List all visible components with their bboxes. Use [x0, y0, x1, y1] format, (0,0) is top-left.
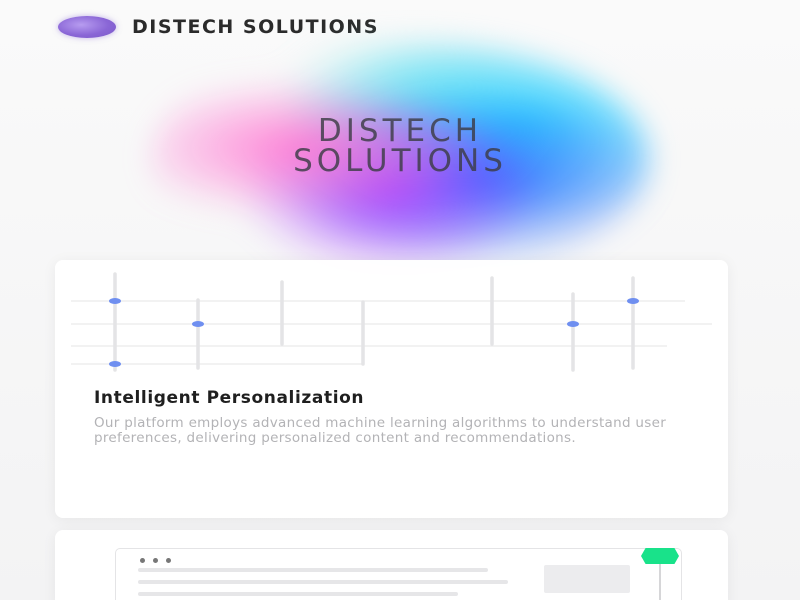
data-point [627, 298, 639, 304]
data-point [567, 321, 579, 327]
hero-title: DISTECH SOLUTIONS [0, 113, 800, 179]
data-point [192, 321, 204, 327]
placeholder-line [138, 592, 458, 596]
data-points-graphic-icon [71, 272, 712, 372]
data-point [109, 298, 121, 304]
placeholder-line [138, 580, 508, 584]
hero-title-line-2: SOLUTIONS [293, 143, 507, 179]
window-dot [166, 558, 171, 563]
window-dot [153, 558, 158, 563]
hero-title-line-1: DISTECH [317, 113, 483, 149]
green-hexagon-icon [641, 548, 679, 564]
page: DISTECH SOLUTIONS DISTECH SOLUTIONS Inte… [0, 0, 800, 600]
brand-name[interactable]: DISTECH SOLUTIONS [132, 16, 379, 38]
feature-card-personalization: Intelligent Personalization Our platform… [55, 260, 728, 518]
window-mockup-icon [115, 548, 682, 600]
feature-description: Our platform employs advanced machine le… [94, 415, 667, 446]
placeholder-line [138, 568, 488, 572]
badge-stem [659, 564, 661, 600]
data-point [109, 361, 121, 367]
logo-icon[interactable] [58, 16, 116, 38]
preview-card [55, 530, 728, 600]
placeholder-box [544, 565, 630, 593]
header: DISTECH SOLUTIONS [58, 14, 379, 40]
feature-title: Intelligent Personalization [94, 388, 365, 408]
window-dot [140, 558, 145, 563]
